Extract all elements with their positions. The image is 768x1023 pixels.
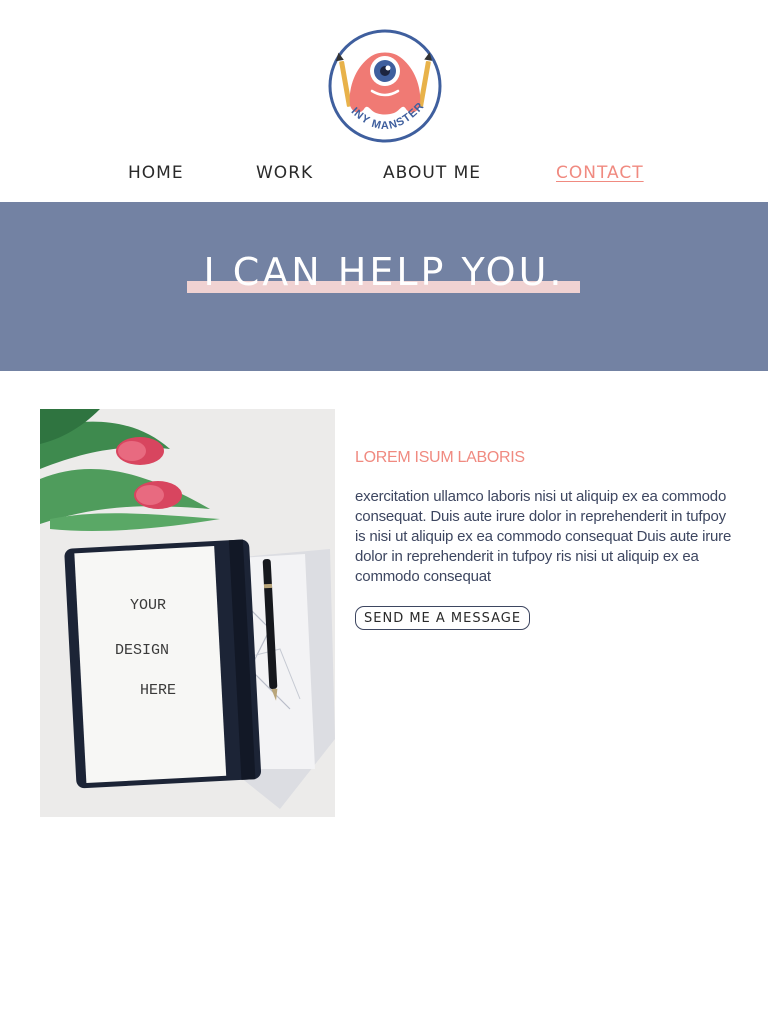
nav-item-home[interactable]: HOME xyxy=(128,163,184,183)
notebook-text-design: DESIGN xyxy=(115,642,169,659)
send-message-button[interactable]: SEND ME A MESSAGE xyxy=(355,606,531,630)
notebook-text-here: HERE xyxy=(140,682,176,699)
hero-banner: I CAN HELP YOU. xyxy=(0,202,768,371)
content-heading: LOREM ISUM LABORIS xyxy=(355,449,525,466)
contact-content: LOREM ISUM LABORIS exercitation ullamco … xyxy=(355,449,740,630)
notebook-text-your: YOUR xyxy=(130,597,166,614)
notebook-photo: YOUR DESIGN HERE xyxy=(40,409,335,817)
content-body: exercitation ullamco laboris nisi ut ali… xyxy=(355,488,732,585)
nav-item-work[interactable]: WORK xyxy=(256,163,313,183)
monster-logo-icon: TINY MANSTER xyxy=(326,27,442,143)
contact-page: TINY MANSTER HOME WORK ABOUT ME CONTACT … xyxy=(0,0,768,1023)
nav-item-about-me[interactable]: ABOUT ME xyxy=(383,163,481,183)
logo[interactable]: TINY MANSTER xyxy=(326,27,444,145)
main-nav: HOME WORK ABOUT ME CONTACT xyxy=(0,163,768,187)
nav-item-contact[interactable]: CONTACT xyxy=(556,163,644,183)
hero-title: I CAN HELP YOU. xyxy=(203,250,565,294)
